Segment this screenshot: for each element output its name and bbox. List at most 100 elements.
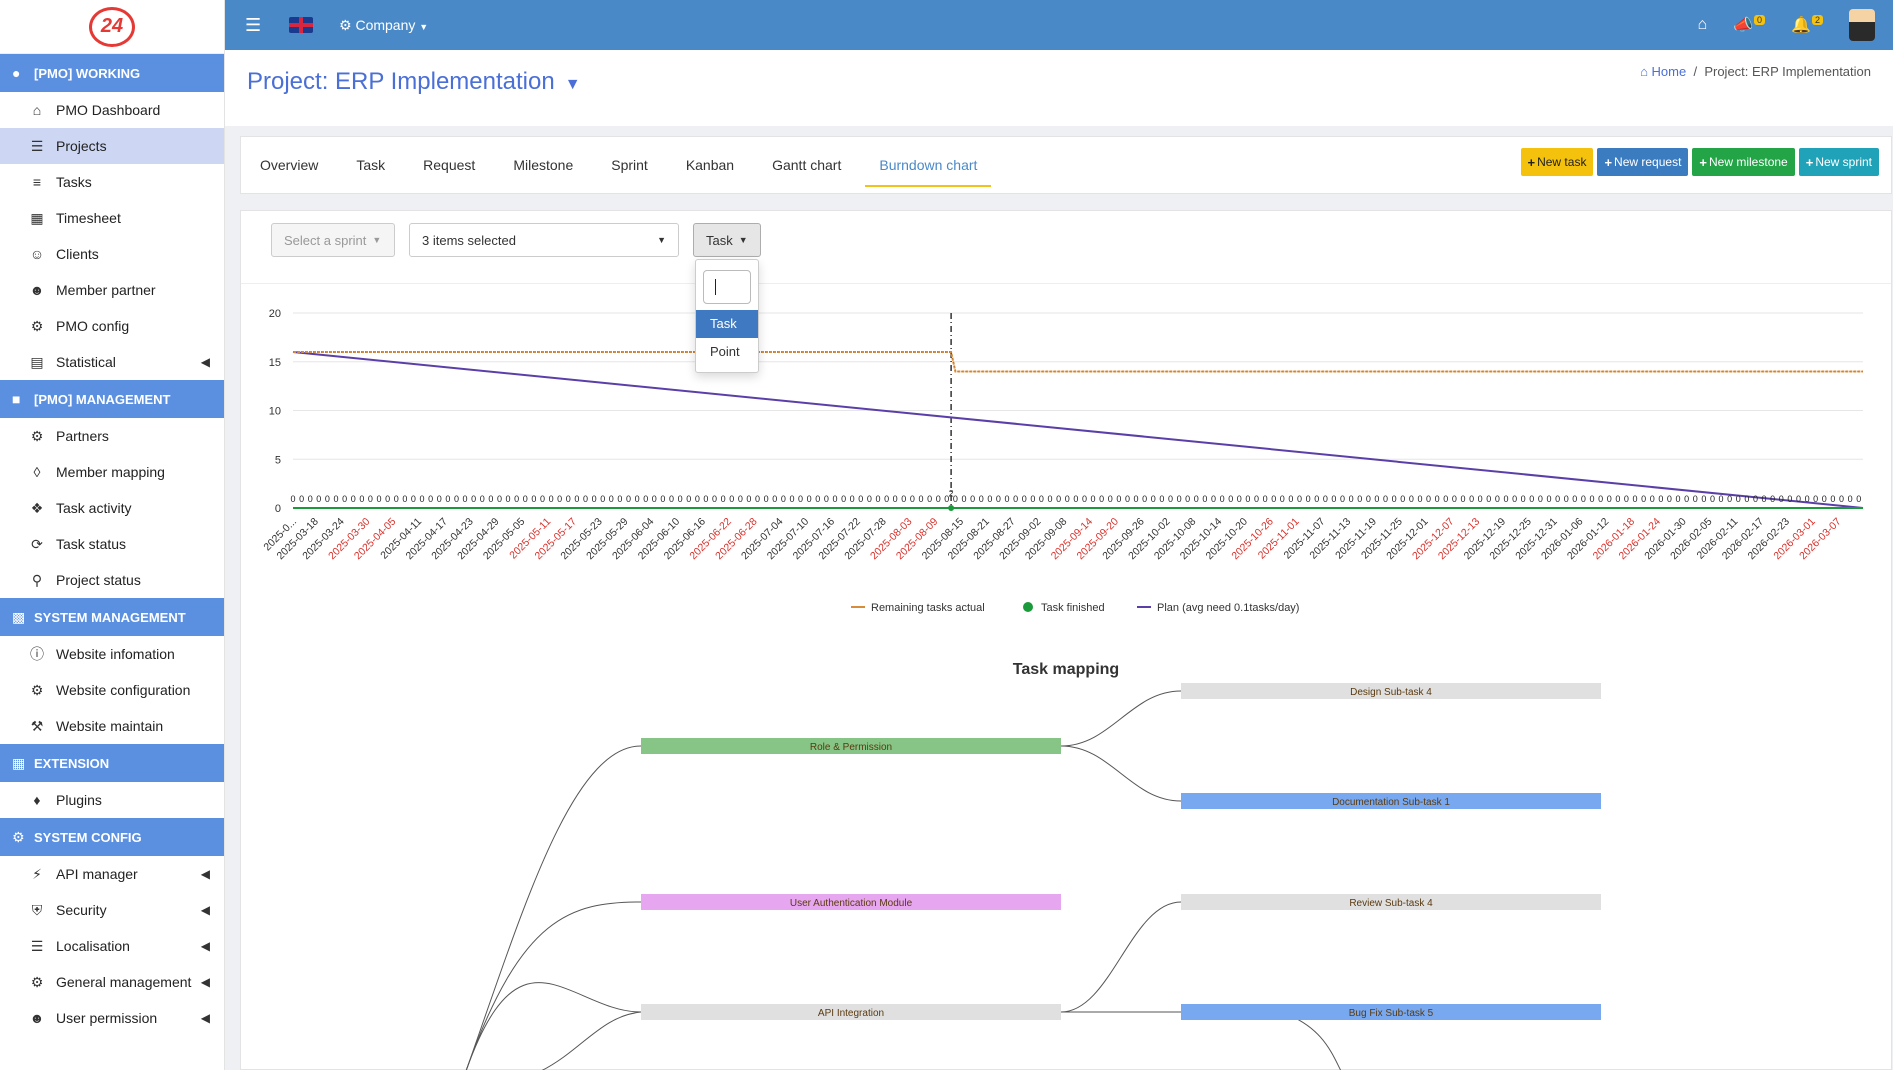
sidebar-section-1[interactable]: ■ [PMO] MANAGEMENT bbox=[0, 380, 224, 418]
burndown-chart: 051015202025-0...2025-03-182025-03-24202… bbox=[261, 308, 1864, 614]
language-flag-icon[interactable] bbox=[289, 17, 313, 33]
tab-task[interactable]: Task bbox=[337, 137, 404, 195]
company-dropdown[interactable]: ⚙ Company ▼ bbox=[339, 17, 428, 34]
tab-sprint[interactable]: Sprint bbox=[592, 137, 667, 195]
sidebar-item-pmo-config[interactable]: ⚙ PMO config bbox=[0, 308, 224, 344]
sidebar-item-localisation[interactable]: ☰ Localisation ◀ bbox=[0, 928, 224, 964]
finished-data-label: 0 bbox=[1486, 494, 1491, 504]
sidebar-item-statistical[interactable]: ▤ Statistical ◀ bbox=[0, 344, 224, 380]
finished-data-label: 0 bbox=[721, 494, 726, 504]
finished-data-label: 0 bbox=[1839, 494, 1844, 504]
caret-down-icon: ▼ bbox=[419, 21, 429, 32]
legend-label[interactable]: Task finished bbox=[1041, 602, 1105, 614]
finished-data-label: 0 bbox=[1202, 494, 1207, 504]
sidebar-item-partners[interactable]: ⚙ Partners bbox=[0, 418, 224, 454]
tab-request[interactable]: Request bbox=[404, 137, 494, 195]
finished-data-label: 0 bbox=[394, 494, 399, 504]
finished-data-label: 0 bbox=[1220, 494, 1225, 504]
finished-data-label: 0 bbox=[454, 494, 459, 504]
sidebar-item-label: Project status bbox=[56, 572, 141, 588]
wrench-icon: ⚒ bbox=[30, 717, 44, 734]
menu-toggle-icon[interactable]: ☰ bbox=[245, 15, 265, 36]
sidebar-item-project-status[interactable]: ⚲ Project status bbox=[0, 562, 224, 598]
tab-overview[interactable]: Overview bbox=[241, 137, 337, 195]
sidebar-item-general-management[interactable]: ⚙ General management ◀ bbox=[0, 964, 224, 1000]
sidebar-item-clients[interactable]: ☺ Clients bbox=[0, 236, 224, 272]
dropdown-search-input[interactable] bbox=[703, 270, 751, 304]
breadcrumb-current: Project: ERP Implementation bbox=[1704, 64, 1871, 79]
finished-data-label: 0 bbox=[1383, 494, 1388, 504]
new-milestone-button[interactable]: + New milestone bbox=[1692, 148, 1795, 176]
bell-icon[interactable]: 🔔 2 bbox=[1791, 15, 1823, 35]
finished-data-label: 0 bbox=[1460, 494, 1465, 504]
announcement-icon[interactable]: 📣 0 bbox=[1733, 15, 1766, 35]
sidebar-item-website-maintain[interactable]: ⚒ Website maintain bbox=[0, 708, 224, 744]
sidebar-item-member-mapping[interactable]: ◊ Member mapping bbox=[0, 454, 224, 490]
finished-data-label: 0 bbox=[1245, 494, 1250, 504]
sidebar-item-api-manager[interactable]: ⚡ API manager ◀ bbox=[0, 856, 224, 892]
mapping-node-label: Design Sub-task 4 bbox=[1350, 687, 1432, 698]
legend-label[interactable]: Remaining tasks actual bbox=[871, 602, 985, 614]
sidebar-section-title: SYSTEM CONFIG bbox=[34, 829, 142, 845]
sidebar-item-website-infomation[interactable]: ⓘ Website infomation bbox=[0, 636, 224, 672]
sidebar-item-user-permission[interactable]: ☻ User permission ◀ bbox=[0, 1000, 224, 1036]
mode-option-task[interactable]: Task bbox=[696, 310, 758, 338]
sidebar-item-label: Partners bbox=[56, 428, 109, 444]
sidebar-item-task-status[interactable]: ⟳ Task status bbox=[0, 526, 224, 562]
home-icon[interactable]: ⌂ bbox=[1697, 16, 1707, 34]
finished-data-label: 0 bbox=[299, 494, 304, 504]
user-avatar[interactable] bbox=[1849, 9, 1875, 41]
finished-data-label: 0 bbox=[1624, 494, 1629, 504]
grid-icon: ▦ bbox=[12, 754, 26, 771]
finished-data-label: 0 bbox=[411, 494, 416, 504]
tab-kanban[interactable]: Kanban bbox=[667, 137, 753, 195]
finished-data-label: 0 bbox=[1073, 494, 1078, 504]
new-sprint-button[interactable]: + New sprint bbox=[1798, 148, 1879, 176]
sidebar-item-label: Timesheet bbox=[56, 210, 121, 226]
finished-data-label: 0 bbox=[1822, 494, 1827, 504]
mode-select[interactable]: Task ▼ bbox=[693, 223, 761, 257]
sidebar-item-timesheet[interactable]: ▦ Timesheet bbox=[0, 200, 224, 236]
finished-data-label: 0 bbox=[1125, 494, 1130, 504]
sidebar-item-label: Plugins bbox=[56, 792, 102, 808]
sidebar-section-3[interactable]: ▦ EXTENSION bbox=[0, 744, 224, 782]
finished-data-label: 0 bbox=[893, 494, 898, 504]
breadcrumb-home[interactable]: ⌂ Home bbox=[1640, 64, 1686, 79]
sidebar-item-member-partner[interactable]: ☻ Member partner bbox=[0, 272, 224, 308]
plus-icon: + bbox=[1527, 154, 1536, 170]
logo[interactable]: 24 bbox=[0, 0, 224, 54]
sidebar-item-website-configuration[interactable]: ⚙ Website configuration bbox=[0, 672, 224, 708]
sitemap-icon: ◊ bbox=[33, 464, 41, 480]
new-request-button[interactable]: + New request bbox=[1597, 148, 1689, 176]
page-header: Project: ERP Implementation ▼ ⌂ Home / Pr… bbox=[225, 50, 1893, 126]
sidebar-item-task-activity[interactable]: ❖ Task activity bbox=[0, 490, 224, 526]
sidebar-item-plugins[interactable]: ♦ Plugins bbox=[0, 782, 224, 818]
tab-burndown-chart[interactable]: Burndown chart bbox=[860, 137, 996, 195]
finished-data-label: 0 bbox=[1435, 494, 1440, 504]
sidebar-item-projects[interactable]: ☰ Projects bbox=[0, 128, 224, 164]
tab-milestone[interactable]: Milestone bbox=[494, 137, 592, 195]
sprint-select[interactable]: Select a sprint ▼ bbox=[271, 223, 395, 257]
sidebar-item-security[interactable]: ⛨ Security ◀ bbox=[0, 892, 224, 928]
series-finished-point bbox=[948, 505, 955, 511]
finished-data-label: 0 bbox=[471, 494, 476, 504]
sidebar-section-4[interactable]: ⚙ SYSTEM CONFIG bbox=[0, 818, 224, 856]
project-title-dropdown[interactable]: Project: ERP Implementation ▼ bbox=[247, 68, 581, 96]
new-task-button[interactable]: + New task bbox=[1520, 148, 1594, 176]
sidebar-item-label: General management bbox=[56, 974, 192, 990]
sidebar-item-tasks[interactable]: ≡ Tasks bbox=[0, 164, 224, 200]
finished-data-label: 0 bbox=[1417, 494, 1422, 504]
mode-option-point[interactable]: Point bbox=[696, 338, 758, 366]
items-multiselect[interactable]: 3 items selected ▼ bbox=[409, 223, 679, 257]
finished-data-label: 0 bbox=[377, 494, 382, 504]
finished-data-label: 0 bbox=[463, 494, 468, 504]
legend-label[interactable]: Plan (avg need 0.1tasks/day) bbox=[1157, 602, 1299, 614]
finished-data-label: 0 bbox=[1529, 494, 1534, 504]
sidebar-menu: ● [PMO] WORKING ⌂ PMO Dashboard ☰ Projects ≡ Ta… bbox=[0, 54, 224, 1036]
sidebar-section-0[interactable]: ● [PMO] WORKING bbox=[0, 54, 224, 92]
caret-down-icon: ▼ bbox=[564, 76, 581, 93]
sidebar-section-2[interactable]: ▩ SYSTEM MANAGEMENT bbox=[0, 598, 224, 636]
sidebar-item-pmo-dashboard[interactable]: ⌂ PMO Dashboard bbox=[0, 92, 224, 128]
tab-gantt-chart[interactable]: Gantt chart bbox=[753, 137, 860, 195]
finished-data-label: 0 bbox=[1805, 494, 1810, 504]
